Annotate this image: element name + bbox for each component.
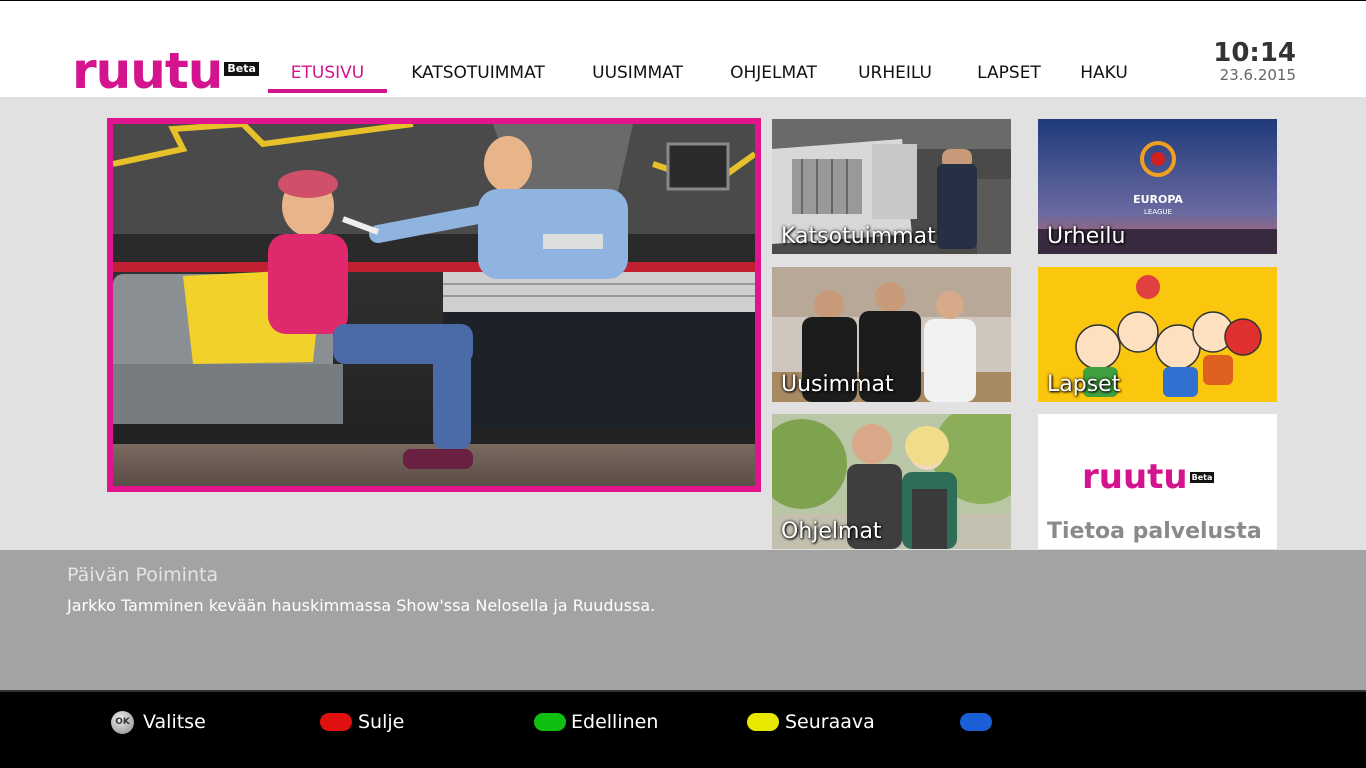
red-close-button[interactable]: Sulje [320, 709, 404, 735]
tile-tietoa-palvelusta[interactable]: ruutu Beta Tietoa palvelusta [1038, 414, 1277, 549]
clock-date: 23.6.2015 [1219, 66, 1296, 84]
top-header: ruutu Beta ETUSIVU KATSOTUIMMAT UUSIMMAT… [0, 0, 1366, 97]
remote-button-bar: OK Valitse Sulje Edellinen Seuraava [0, 690, 1366, 768]
info-description: Jarkko Tamminen kevään hauskimmassa Show… [67, 596, 656, 615]
green-key-icon [534, 713, 566, 731]
nav-tab-haku[interactable]: HAKU [1069, 57, 1139, 93]
green-previous-button[interactable]: Edellinen [534, 709, 658, 735]
yellow-key-icon [747, 713, 779, 731]
tile-beta-badge: Beta [1189, 472, 1215, 483]
ok-key-icon: OK [111, 710, 134, 734]
blue-key-icon [960, 713, 992, 731]
tile-urheilu[interactable]: EUROPA LEAGUE Urheilu [1038, 119, 1277, 254]
tile-lapset[interactable]: Lapset [1038, 267, 1277, 402]
beta-badge: Beta [224, 62, 259, 76]
nav-tab-etusivu[interactable]: ETUSIVU [268, 57, 387, 93]
red-label: Sulje [358, 711, 405, 733]
tile-ruutu-logo: ruutu Beta [1082, 457, 1215, 497]
nav-tab-katsotuimmat[interactable]: KATSOTUIMMAT [387, 57, 569, 93]
logo-text: ruutu [72, 42, 223, 100]
tile-label-lapset: Lapset [1047, 372, 1121, 397]
green-label: Edellinen [571, 711, 659, 733]
ok-label: Valitse [143, 711, 206, 733]
info-title: Päivän Poiminta [67, 564, 219, 586]
ok-select-button[interactable]: OK Valitse [111, 709, 206, 735]
europa-league-text: EUROPA [1133, 193, 1183, 206]
clock: 10:14 23.6.2015 [1213, 39, 1296, 83]
tile-label-ohjelmat: Ohjelmat [781, 519, 882, 544]
nav-tab-uusimmat[interactable]: UUSIMMAT [569, 57, 706, 93]
tile-logo-text: ruutu [1082, 457, 1188, 497]
tile-uusimmat[interactable]: Uusimmat [772, 267, 1011, 402]
ruutu-logo: ruutu Beta [72, 42, 259, 100]
nav-tab-ohjelmat[interactable]: OHJELMAT [706, 57, 841, 93]
blue-button[interactable] [960, 709, 1000, 735]
yellow-next-button[interactable]: Seuraava [747, 709, 875, 735]
tile-label-tietoa: Tietoa palvelusta [1047, 519, 1262, 544]
nav-tab-urheilu[interactable]: URHEILU [841, 57, 949, 93]
red-key-icon [320, 713, 352, 731]
content-area: Katsotuimmat Uusimmat Ohjelmat EUROPA LE… [0, 97, 1366, 550]
main-navigation: ETUSIVU KATSOTUIMMAT UUSIMMAT OHJELMAT U… [268, 57, 1139, 97]
yellow-label: Seuraava [785, 711, 875, 733]
featured-program-tile[interactable] [107, 118, 761, 492]
tile-label-uusimmat: Uusimmat [781, 372, 894, 397]
featured-program-image [113, 124, 755, 486]
tile-label-katsotuimmat: Katsotuimmat [781, 224, 936, 249]
nav-tab-lapset[interactable]: LAPSET [949, 57, 1069, 93]
league-text: LEAGUE [1144, 208, 1172, 216]
tile-katsotuimmat[interactable]: Katsotuimmat [772, 119, 1011, 254]
tile-label-urheilu: Urheilu [1047, 224, 1126, 249]
clock-time: 10:14 [1213, 38, 1296, 68]
program-info-panel: Päivän Poiminta Jarkko Tamminen kevään h… [0, 550, 1366, 690]
tile-ohjelmat[interactable]: Ohjelmat [772, 414, 1011, 549]
